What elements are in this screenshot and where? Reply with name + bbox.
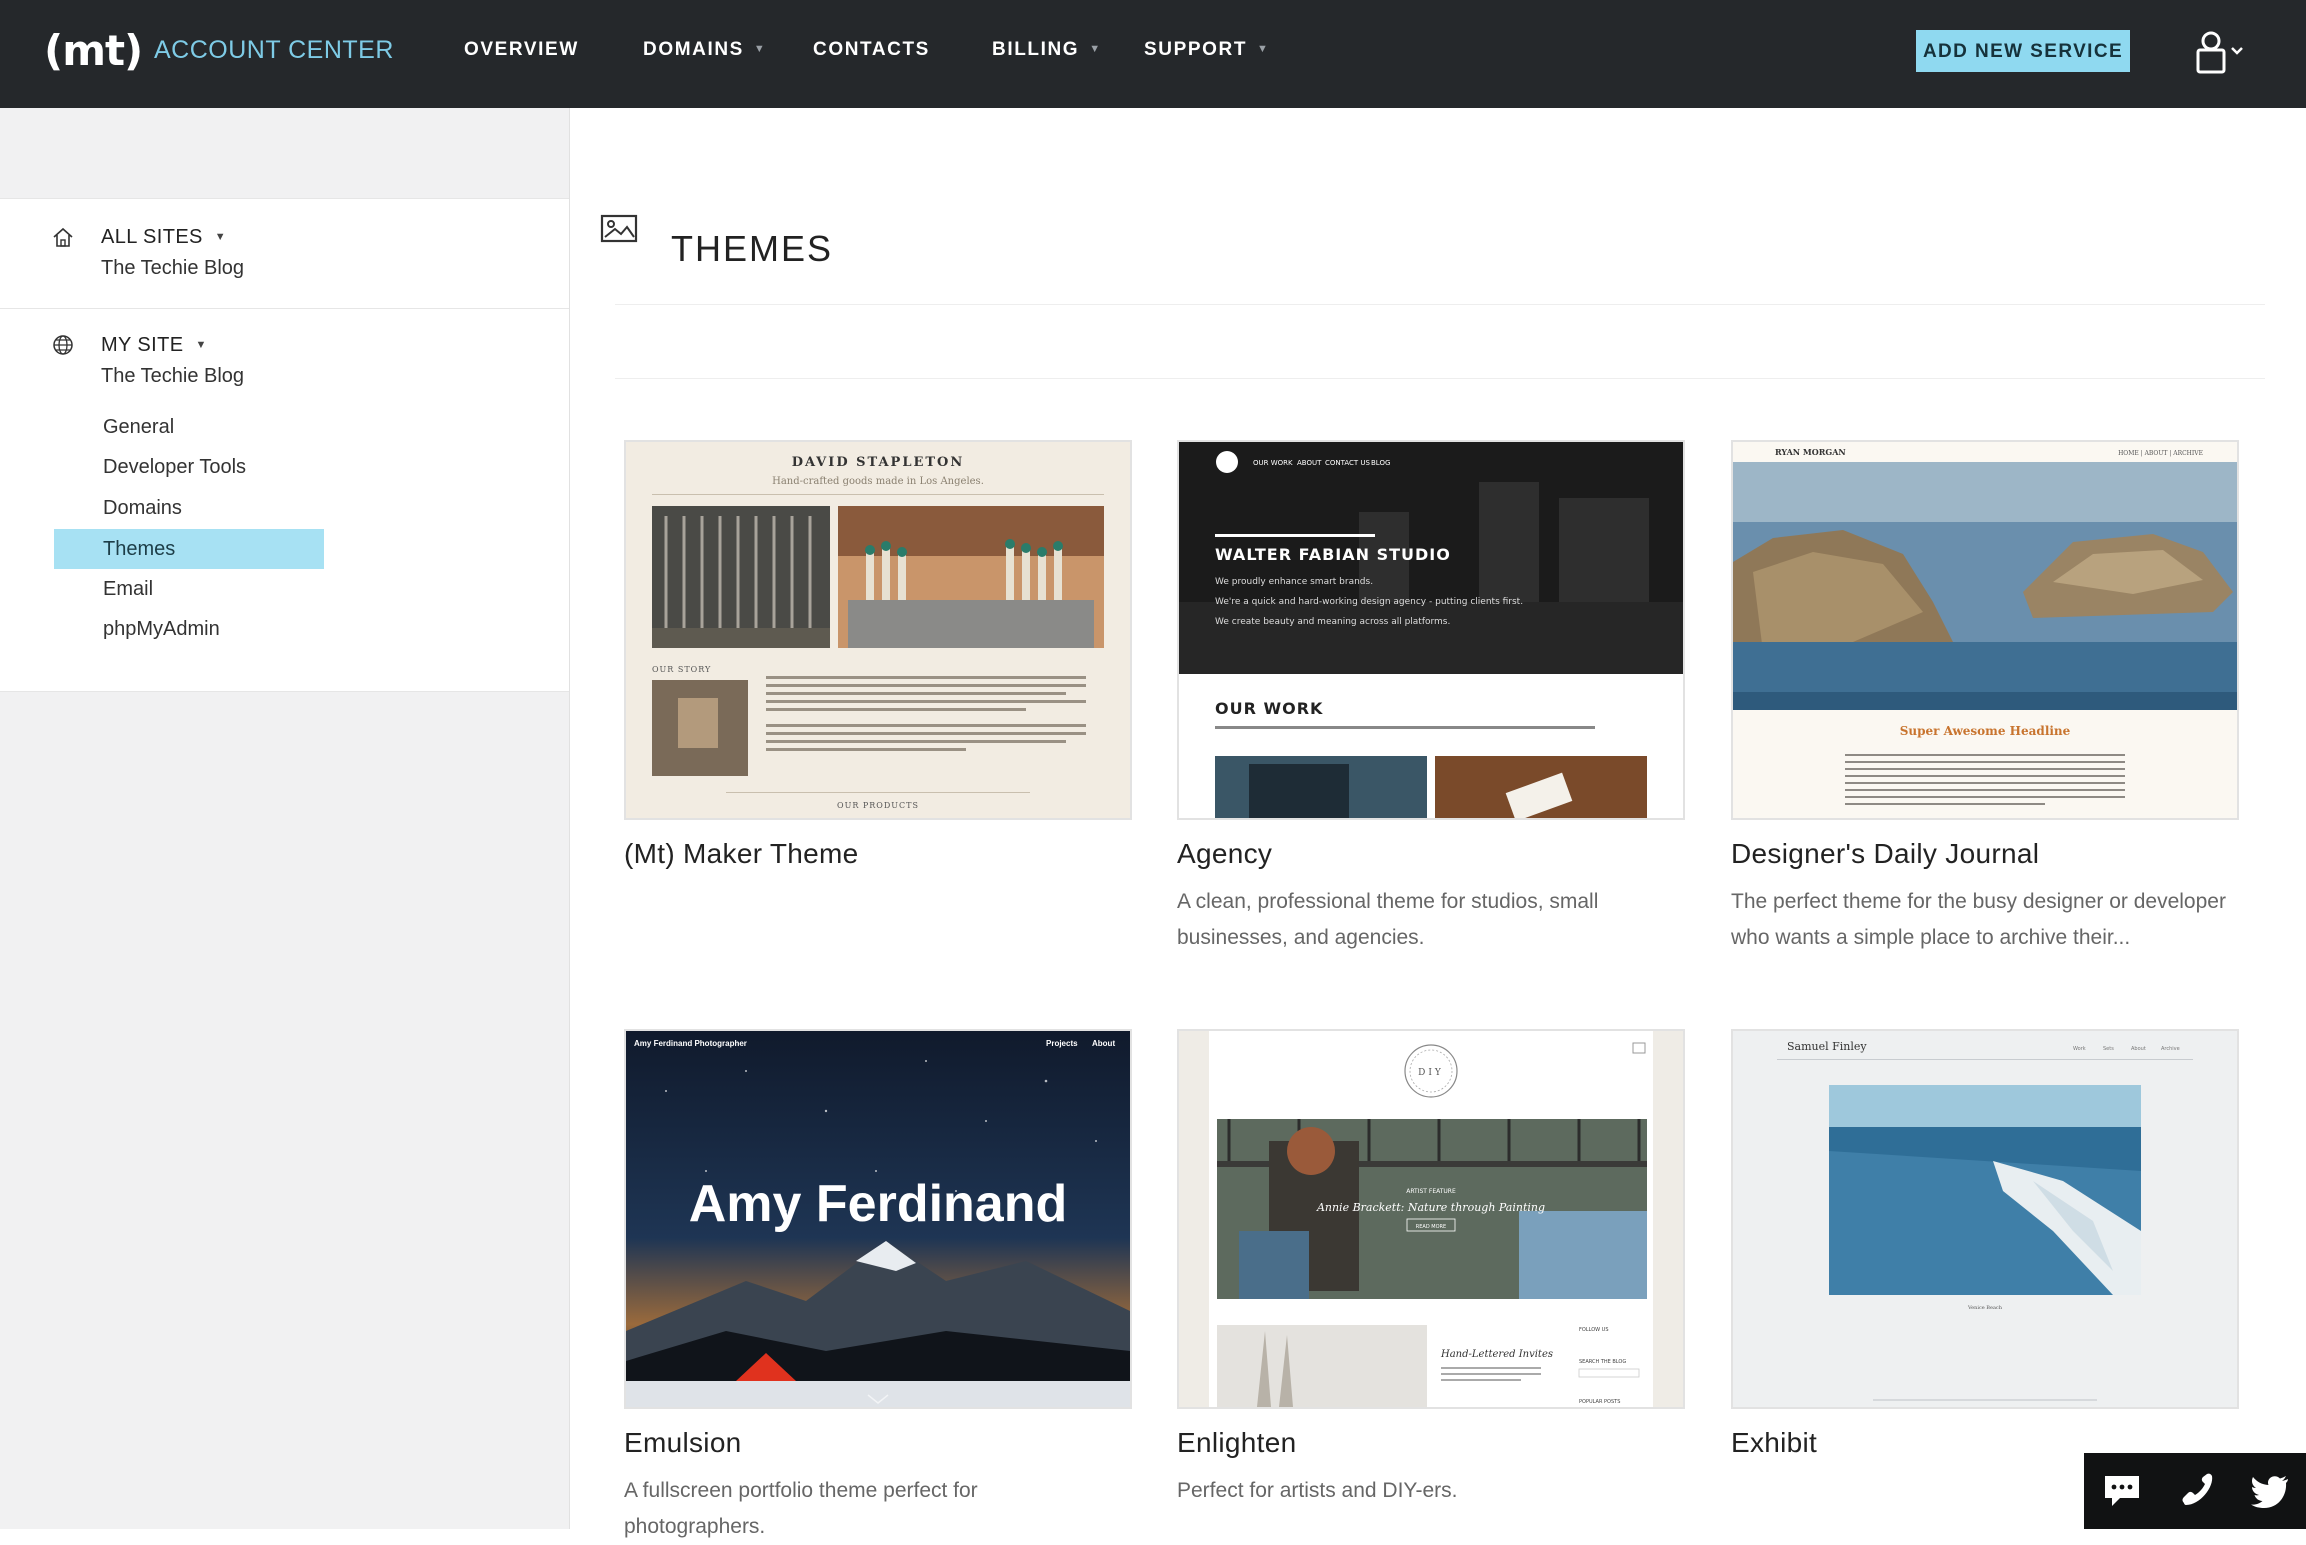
preview-tagline: Hand-crafted goods made in Los Angeles. xyxy=(772,476,984,487)
twitter-button[interactable] xyxy=(2250,1473,2290,1509)
theme-name[interactable]: Emulsion xyxy=(624,1427,742,1459)
theme-description: The perfect theme for the busy designer … xyxy=(1731,890,2226,949)
image-icon xyxy=(600,214,638,243)
theme-preview-enlighten[interactable]: DIY ARTIST FEATURE Annie Brackett: Natur… xyxy=(1177,1029,1685,1409)
chevron-down-icon: ▼ xyxy=(1089,43,1102,55)
preview-follow: FOLLOW US xyxy=(1579,1327,1609,1333)
sidebar-item-phpmyadmin[interactable]: phpMyAdmin xyxy=(54,609,324,649)
preview-feature-label: ARTIST FEATURE xyxy=(1406,1188,1456,1195)
divider xyxy=(615,378,2265,379)
theme-description: Perfect for artists and DIY-ers. xyxy=(1177,1479,1458,1502)
preview-header: Samuel Finley xyxy=(1787,1040,1867,1053)
top-navigation-bar: (mt) ACCOUNT CENTER OVERVIEW DOMAINS ▼ CO… xyxy=(0,0,2306,108)
nav-overview[interactable]: OVERVIEW xyxy=(464,39,579,61)
preview-popular: POPULAR POSTS xyxy=(1579,1399,1620,1405)
preview-nav: BLOG xyxy=(1371,459,1390,467)
nav-contacts[interactable]: CONTACTS xyxy=(813,39,930,61)
all-sites-subtitle: The Techie Blog xyxy=(101,257,245,279)
sidebar-panel: ALL SITES ▼ The Techie Blog MY SITE ▼ The … xyxy=(0,198,569,692)
sidebar-item-general[interactable]: General xyxy=(54,407,324,447)
preview-nav: About xyxy=(2131,1046,2146,1052)
preview-nav: Archive xyxy=(2161,1046,2180,1052)
theme-preview-emulsion[interactable]: Amy Ferdinand Photographer Projects Abou… xyxy=(624,1029,1132,1409)
preview-badge: DIY xyxy=(1418,1068,1444,1078)
page-title: THEMES xyxy=(671,228,834,270)
sidebar-item-domains[interactable]: Domains xyxy=(54,488,324,528)
preview-section: OUR STORY xyxy=(652,665,711,674)
preview-section: OUR WORK xyxy=(1215,699,1323,718)
preview-nav: CONTACT US xyxy=(1325,459,1371,467)
chevron-down-icon: ▼ xyxy=(1257,43,1270,55)
phone-icon xyxy=(2182,1473,2213,1505)
help-bar xyxy=(2084,1453,2306,1529)
sidebar-item-developer-tools[interactable]: Developer Tools xyxy=(54,447,324,487)
preview-line: We're a quick and hard-working design ag… xyxy=(1215,597,1523,607)
theme-preview-exhibit[interactable]: Samuel Finley Work Sets About Archive Ve… xyxy=(1731,1029,2239,1409)
sidebar: ALL SITES ▼ The Techie Blog MY SITE ▼ The … xyxy=(0,108,570,1529)
account-center-title[interactable]: ACCOUNT CENTER xyxy=(154,36,394,65)
theme-preview-designers-daily-journal[interactable]: RYAN MORGAN HOME | ABOUT | ARCHIVE Super… xyxy=(1731,440,2239,820)
phone-button[interactable] xyxy=(2176,1473,2216,1509)
my-site-subtitle: The Techie Blog xyxy=(101,365,245,387)
add-new-service-button[interactable]: ADD NEW SERVICE xyxy=(1916,30,2130,72)
preview-post-title: Hand-Lettered Invites xyxy=(1440,1349,1553,1360)
home-icon xyxy=(53,227,73,247)
nav-support[interactable]: SUPPORT ▼ xyxy=(1144,39,1270,61)
chevron-down-icon: ▼ xyxy=(753,43,767,55)
sidebar-item-themes[interactable]: Themes xyxy=(54,529,324,569)
divider xyxy=(615,304,2265,305)
preview-hero: Amy Ferdinand xyxy=(689,1175,1068,1233)
preview-header: DAVID STAPLETON xyxy=(792,455,965,470)
preview-read-more: READ MORE xyxy=(1416,1224,1446,1230)
preview-nav: OUR WORK xyxy=(1253,459,1293,467)
my-site-title[interactable]: MY SITE ▼ xyxy=(101,334,207,357)
theme-name[interactable]: Designer's Daily Journal xyxy=(1731,838,2039,870)
chevron-down-icon: ▼ xyxy=(195,339,207,351)
theme-description: A fullscreen portfolio theme perfect for… xyxy=(624,1479,978,1538)
preview-nav: HOME | ABOUT | ARCHIVE xyxy=(2118,450,2203,457)
nav-billing[interactable]: BILLING ▼ xyxy=(992,39,1102,61)
preview-nav: Sets xyxy=(2103,1046,2114,1052)
theme-name[interactable]: (Mt) Maker Theme xyxy=(624,838,859,870)
chevron-down-icon: ▼ xyxy=(214,231,227,243)
theme-preview-maker[interactable]: DAVID STAPLETON Hand-crafted goods made … xyxy=(624,440,1132,820)
preview-search: SEARCH THE BLOG xyxy=(1579,1359,1626,1365)
preview-feature-title: Annie Brackett: Nature through Painting xyxy=(1316,1201,1545,1214)
nav-domains[interactable]: DOMAINS ▼ xyxy=(643,39,766,61)
preview-heading: WALTER FABIAN STUDIO xyxy=(1215,545,1451,564)
globe-icon xyxy=(53,335,73,355)
theme-description: A clean, professional theme for studios,… xyxy=(1177,890,1599,949)
theme-name[interactable]: Exhibit xyxy=(1731,1427,1817,1459)
theme-name[interactable]: Enlighten xyxy=(1177,1427,1296,1459)
preview-nav: Work xyxy=(2073,1046,2086,1052)
theme-preview-agency[interactable]: OUR WORK ABOUT CONTACT US BLOG WALTER FA… xyxy=(1177,440,1685,820)
user-menu[interactable] xyxy=(2196,30,2252,76)
preview-brand: Amy Ferdinand Photographer xyxy=(634,1039,747,1048)
theme-name[interactable]: Agency xyxy=(1177,838,1272,870)
preview-caption: Venice Beach xyxy=(1967,1305,2003,1311)
chat-icon xyxy=(2105,1476,2139,1506)
divider xyxy=(0,308,569,309)
preview-headline: Super Awesome Headline xyxy=(1900,724,2071,738)
preview-header: RYAN MORGAN xyxy=(1775,447,1846,457)
preview-line: We proudly enhance smart brands. xyxy=(1215,577,1373,587)
preview-line: We create beauty and meaning across all … xyxy=(1215,617,1450,627)
preview-nav: Projects xyxy=(1046,1039,1078,1048)
sidebar-item-email[interactable]: Email xyxy=(54,569,324,609)
preview-nav: About xyxy=(1092,1039,1115,1048)
all-sites-title[interactable]: ALL SITES ▼ xyxy=(101,226,226,249)
preview-footer: OUR PRODUCTS xyxy=(837,801,919,810)
user-icon xyxy=(2196,31,2243,74)
twitter-icon xyxy=(2251,1476,2288,1508)
mt-logo[interactable]: (mt) xyxy=(44,26,143,75)
preview-nav: ABOUT xyxy=(1297,459,1322,467)
chat-button[interactable] xyxy=(2102,1473,2142,1509)
